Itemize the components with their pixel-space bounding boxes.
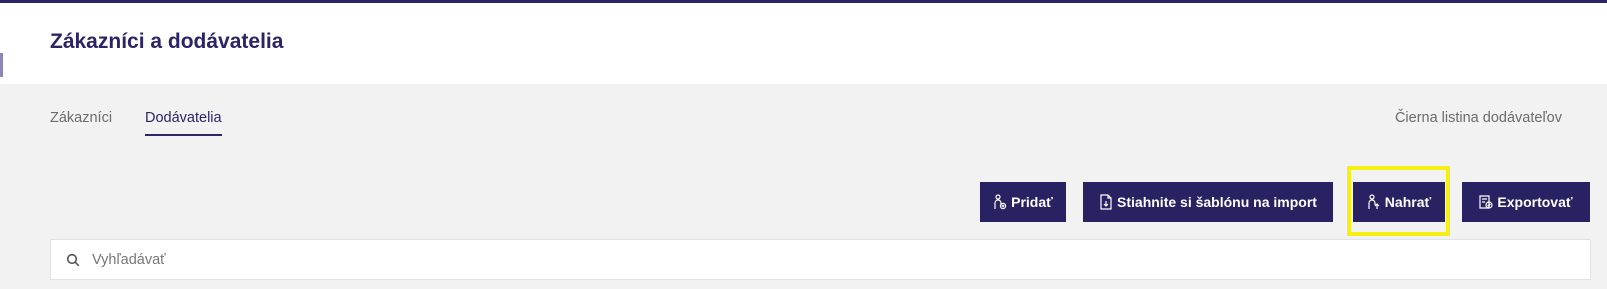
export-document-icon [1479,195,1494,209]
header-accent-mark [0,53,3,77]
add-button-label: Pridať [1011,194,1053,210]
search-input[interactable] [90,239,1590,280]
download-template-button-label: Stiahnite si šablónu na import [1117,194,1317,210]
add-button[interactable]: Pridať [980,182,1066,222]
person-plus-icon [994,194,1007,210]
download-template-button[interactable]: Stiahnite si šablónu na import [1083,182,1333,222]
search-bar [50,239,1591,280]
tab-customers[interactable]: Zákazníci [50,110,112,134]
export-button-label: Exportovať [1497,194,1573,210]
page-header: Zákazníci a dodávatelia [0,3,1607,84]
page-title: Zákazníci a dodávatelia [50,30,284,53]
search-icon [66,253,80,266]
document-download-icon [1100,194,1112,210]
supplier-blacklist-link[interactable]: Čierna listina dodávateľov [1395,110,1562,126]
person-upload-icon [1368,194,1380,209]
tab-suppliers[interactable]: Dodávatelia [145,110,222,136]
upload-button[interactable]: Nahrať [1353,182,1445,222]
export-button[interactable]: Exportovať [1462,182,1590,222]
upload-button-label: Nahrať [1384,194,1432,210]
